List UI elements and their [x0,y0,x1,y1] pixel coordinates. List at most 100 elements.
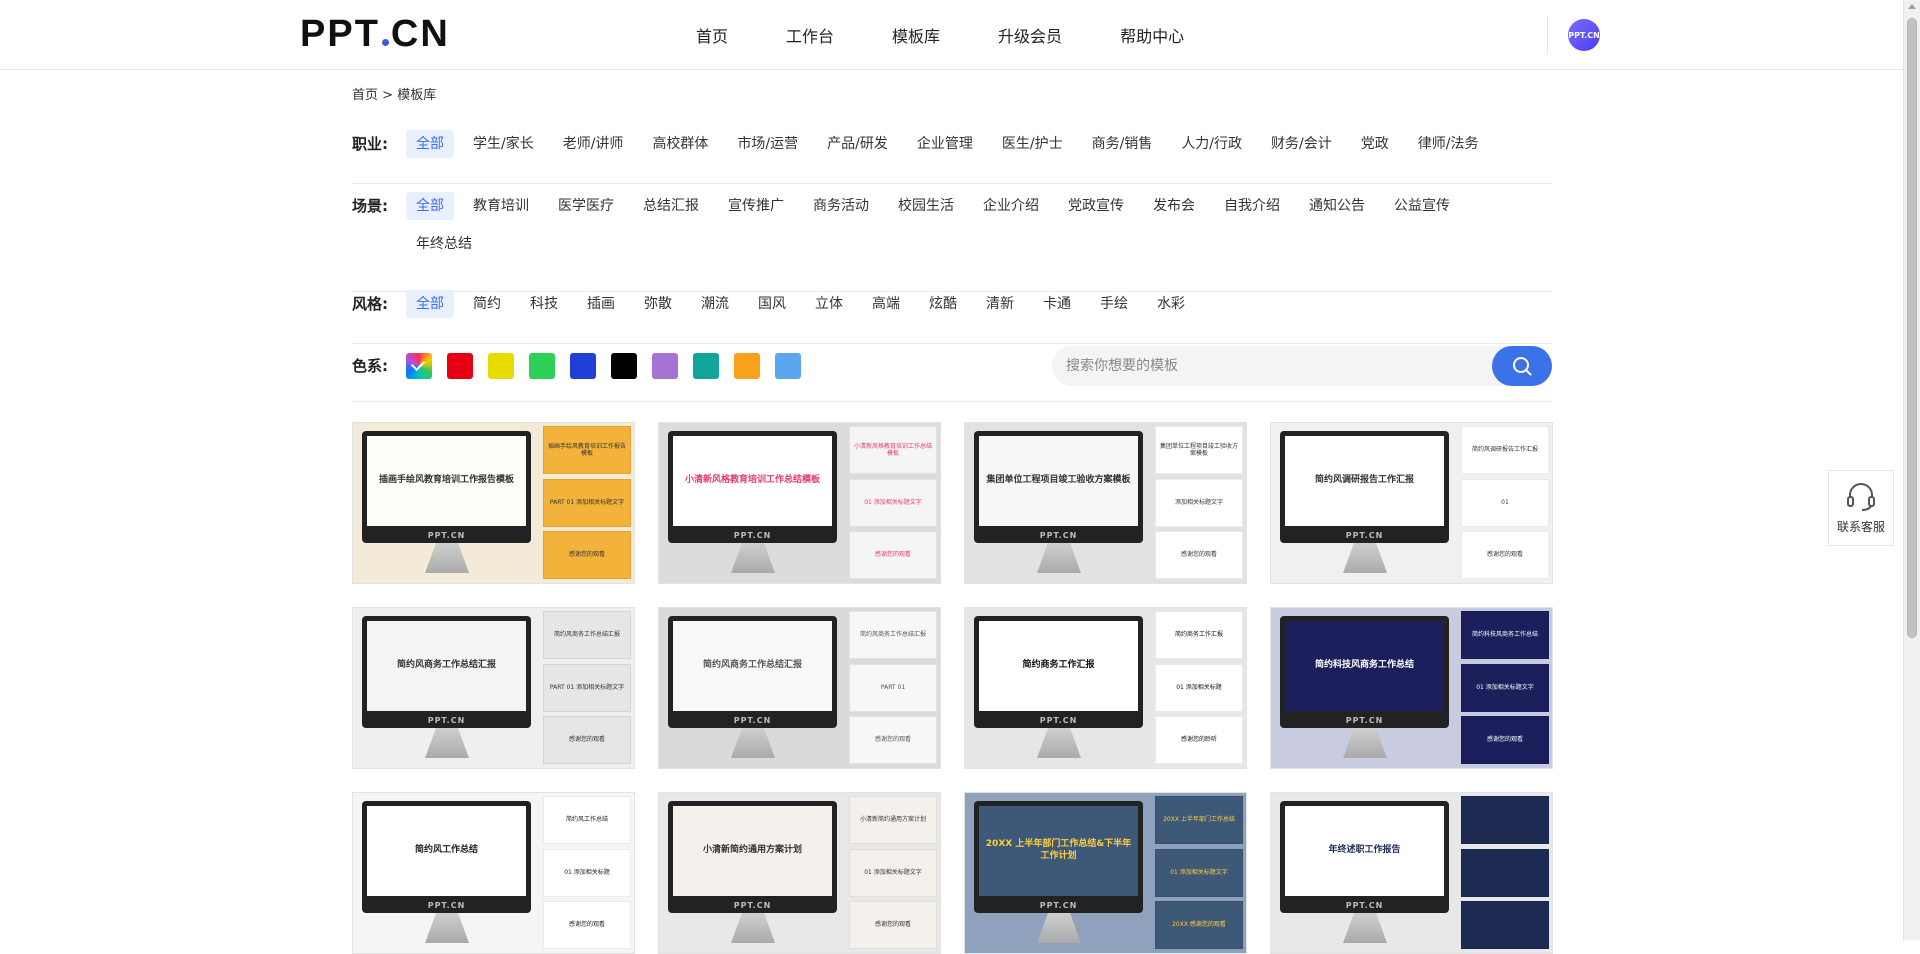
filter-style-option[interactable]: 弥散 [634,290,682,318]
page-scrollbar[interactable] [1903,0,1920,940]
filter-style-option[interactable]: 清新 [976,290,1024,318]
filter-profession-option[interactable]: 市场/运营 [727,130,808,158]
monitor-frame: 小清新风格教育培训工作总结模板 PPT.CN [668,431,837,543]
nav-workbench[interactable]: 工作台 [786,23,834,47]
template-card[interactable]: 简约风调研报告工作汇报 PPT.CN 简约风调研报告工作汇报 01 感谢您的观看 [1270,422,1553,584]
monitor-stand [425,913,469,943]
filter-profession-option[interactable]: 医生/护士 [992,130,1073,158]
filter-scene-option[interactable]: 发布会 [1143,192,1205,220]
color-swatch[interactable] [570,353,596,379]
customer-service-button[interactable]: 联系客服 [1828,470,1894,546]
breadcrumb-current: 模板库 [397,88,437,103]
color-swatch[interactable] [775,353,801,379]
template-slide-thumbs: 简约商务工作汇报 01 添加相关标题 感谢您的聆听 [1152,608,1246,768]
filter-style-option[interactable]: 卡通 [1033,290,1081,318]
monitor-stand [1037,913,1081,943]
template-title: 小清新简约通用方案计划 [673,806,832,896]
color-swatch[interactable] [693,353,719,379]
filter-scene-option[interactable]: 自我介绍 [1214,192,1290,220]
color-swatch[interactable] [611,353,637,379]
filter-scene-option[interactable]: 校园生活 [888,192,964,220]
user-avatar[interactable]: PPT.CN [1568,19,1600,51]
nav-template-library[interactable]: 模板库 [892,23,940,47]
search-button[interactable] [1492,346,1552,386]
filter-scene-option[interactable]: 总结汇报 [633,192,709,220]
filter-profession-option[interactable]: 学生/家长 [463,130,544,158]
monitor-frame: 简约风商务工作总结汇报 PPT.CN [362,616,531,728]
color-swatch[interactable] [488,353,514,379]
filter-scene-option[interactable]: 公益宣传 [1384,192,1460,220]
filter-profession-option[interactable]: 企业管理 [907,130,983,158]
filter-style-option[interactable]: 潮流 [691,290,739,318]
template-card[interactable]: 简约风商务工作总结汇报 PPT.CN 简约风商务工作总结汇报 PART 01 感… [658,607,941,769]
template-slide-thumbs: 插画手绘风教育培训工作报告模板 PART 01 添加相关标题文字 感谢您的观看 [540,423,634,583]
color-swatch[interactable] [652,353,678,379]
filter-profession-option[interactable]: 高校群体 [642,130,718,158]
color-swatch[interactable] [529,353,555,379]
slide-thumb: 01 添加相关标题 [1155,664,1243,712]
template-card[interactable]: 简约商务工作汇报 PPT.CN 简约商务工作汇报 01 添加相关标题 感谢您的聆… [964,607,1247,769]
template-title: 简约科技风商务工作总结 [1285,621,1444,711]
filter-scene-option[interactable]: 宣传推广 [718,192,794,220]
filter-style-option[interactable]: 全部 [406,290,454,318]
search-input[interactable] [1066,346,1466,386]
monitor-frame: 年终述职工作报告 PPT.CN [1280,801,1449,913]
color-swatch-all[interactable] [406,353,432,379]
template-card[interactable]: 简约风工作总结 PPT.CN 简约风工作总结 01 添加相关标题 感谢您的观看 [352,792,635,954]
template-card[interactable]: 简约风商务工作总结汇报 PPT.CN 简约风商务工作总结汇报 PART 01 添… [352,607,635,769]
color-swatch[interactable] [447,353,473,379]
slide-thumb: 感谢您的聆听 [1155,716,1243,764]
nav-upgrade-vip[interactable]: 升级会员 [998,23,1062,47]
filter-scene-option[interactable]: 企业介绍 [973,192,1049,220]
slide-thumb: 年终述职工作报告 [1461,796,1549,844]
monitor-brand: PPT.CN [733,901,772,910]
template-card[interactable]: 集团单位工程项目竣工验收方案模板 PPT.CN 集团单位工程项目竣工验收方案模板… [964,422,1247,584]
filter-scene-option[interactable]: 党政宣传 [1058,192,1134,220]
filter-profession-option[interactable]: 老师/讲师 [553,130,634,158]
filter-profession-option[interactable]: 律师/法务 [1408,130,1489,158]
breadcrumb-home[interactable]: 首页 [352,88,378,103]
monitor-frame: 20XX 上半年部门工作总结&下半年工作计划 PPT.CN [974,801,1143,913]
site-logo[interactable]: PPT CN [300,12,450,55]
nav-home[interactable]: 首页 [696,23,728,47]
template-slide-thumbs: 简约风调研报告工作汇报 01 感谢您的观看 [1458,423,1552,583]
filter-scene-option[interactable]: 年终总结 [406,230,482,258]
color-swatch[interactable] [734,353,760,379]
template-title: 小清新风格教育培训工作总结模板 [673,436,832,526]
filter-style-option[interactable]: 立体 [805,290,853,318]
template-card[interactable]: 小清新风格教育培训工作总结模板 PPT.CN 小清新风格教育培训工作总结模板 0… [658,422,941,584]
filter-style-option[interactable]: 科技 [520,290,568,318]
filter-profession-option[interactable]: 商务/销售 [1082,130,1163,158]
template-title: 简约商务工作汇报 [979,621,1138,711]
filter-style-option[interactable]: 手绘 [1090,290,1138,318]
filter-profession-option[interactable]: 党政 [1351,130,1399,158]
template-card[interactable]: 简约科技风商务工作总结 PPT.CN 简约科技风商务工作总结 01 添加相关标题… [1270,607,1553,769]
slide-thumb: 感谢您的观看 [1155,531,1243,579]
filter-style-option[interactable]: 水彩 [1147,290,1195,318]
filter-style-option[interactable]: 高端 [862,290,910,318]
template-card[interactable]: 小清新简约通用方案计划 PPT.CN 小清新简约通用方案计划 01 添加相关标题… [658,792,941,954]
filter-profession-option[interactable]: 财务/会计 [1261,130,1342,158]
logo-text: PPT [300,12,380,55]
monitor-brand: PPT.CN [427,531,466,540]
template-preview: 小清新风格教育培训工作总结模板 PPT.CN [659,423,846,583]
filter-scene-option[interactable]: 商务活动 [803,192,879,220]
filter-scene-option[interactable]: 医学医疗 [548,192,624,220]
slide-thumb: 20XX 感谢您的观看 [1155,901,1243,949]
nav-help-center[interactable]: 帮助中心 [1120,23,1184,47]
filter-scene-option[interactable]: 全部 [406,192,454,220]
scrollbar-thumb[interactable] [1907,18,1917,638]
filter-style-option[interactable]: 简约 [463,290,511,318]
filter-profession-option[interactable]: 全部 [406,130,454,158]
filter-scene-option[interactable]: 通知公告 [1299,192,1375,220]
template-card[interactable]: 年终述职工作报告 PPT.CN 年终述职工作报告 01 添加相关标题文字 感谢您… [1270,792,1553,954]
filter-style-option[interactable]: 插画 [577,290,625,318]
scroll-up-icon[interactable] [1908,4,1916,9]
filter-profession-option[interactable]: 人力/行政 [1171,130,1252,158]
filter-style-option[interactable]: 国风 [748,290,796,318]
filter-scene-option[interactable]: 教育培训 [463,192,539,220]
filter-profession-option[interactable]: 产品/研发 [817,130,898,158]
filter-style-option[interactable]: 炫酷 [919,290,967,318]
template-card[interactable]: 插画手绘风教育培训工作报告模板 PPT.CN 插画手绘风教育培训工作报告模板 P… [352,422,635,584]
template-card[interactable]: 20XX 上半年部门工作总结&下半年工作计划 PPT.CN 20XX 上半年部门… [964,792,1247,954]
